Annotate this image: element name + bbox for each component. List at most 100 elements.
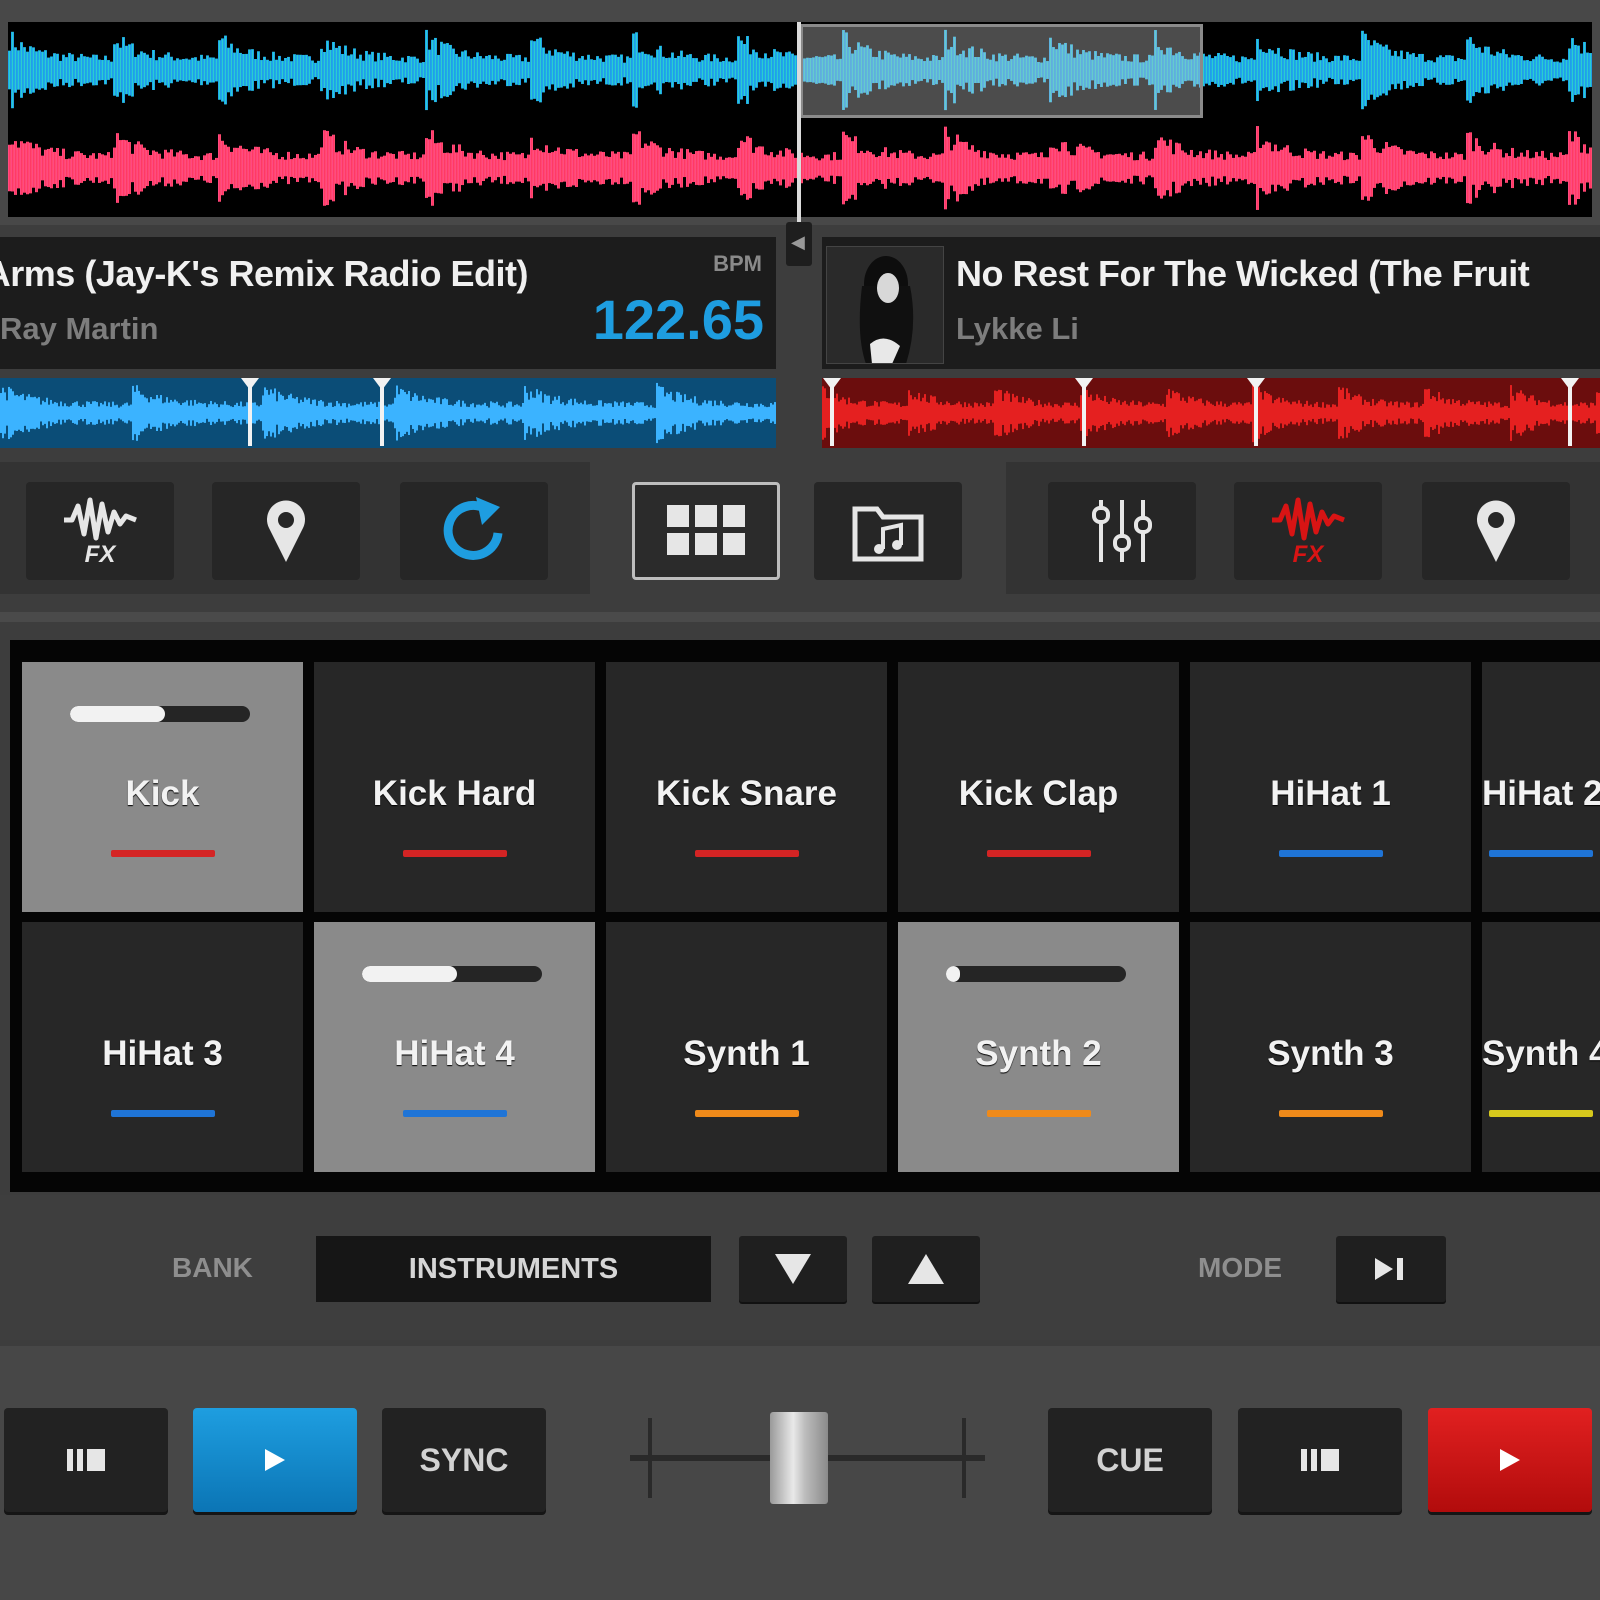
- loop-arrow-icon: [443, 497, 503, 560]
- pad-label: Kick Hard: [372, 774, 537, 813]
- pad-label: Kick Clap: [958, 774, 1119, 813]
- pad-volume-fill: [362, 966, 458, 982]
- left-play-button[interactable]: [193, 1408, 357, 1512]
- pad-label: HiHat 4: [394, 1034, 515, 1073]
- left-track-artist: Ray Martin: [0, 311, 159, 346]
- sample-pad[interactable]: HiHat 4: [314, 922, 595, 1172]
- sample-pad[interactable]: HiHat 1: [1190, 662, 1471, 912]
- bank-label: BANK: [172, 1252, 253, 1283]
- sample-pad[interactable]: HiHat 2: [1482, 662, 1600, 912]
- mode-button[interactable]: [1336, 1236, 1446, 1302]
- sample-pad[interactable]: Synth 1: [606, 922, 887, 1172]
- pad-label: Synth 2: [975, 1034, 1102, 1073]
- left-deck-info[interactable]: Loving Arms (Jay-K's Remix Radio Edit) R…: [0, 237, 776, 369]
- pause-icon: [1301, 1449, 1339, 1471]
- pad-color-indicator: [986, 850, 1091, 857]
- pad-volume-slider[interactable]: [362, 966, 542, 982]
- loop-left-button[interactable]: [400, 482, 548, 580]
- fx-wave-icon: FX: [1272, 497, 1345, 568]
- album-cover-graphic: [826, 246, 944, 364]
- left-bpm-value: 122.65: [592, 288, 764, 351]
- play-icon: [1500, 1449, 1520, 1471]
- pad-label: Synth 1: [683, 1034, 810, 1073]
- location-pin-icon: [1477, 500, 1515, 562]
- sliders-icon: [1092, 500, 1152, 562]
- sample-pad[interactable]: Synth 3: [1190, 922, 1471, 1172]
- triangle-up-icon: [908, 1254, 944, 1284]
- pad-volume-slider[interactable]: [70, 706, 250, 722]
- cue-points-right-button[interactable]: [1422, 482, 1570, 580]
- pad-label: Synth 3: [1267, 1034, 1394, 1073]
- bank-down-button[interactable]: [739, 1236, 847, 1302]
- browser-button[interactable]: [814, 482, 962, 580]
- sample-pad[interactable]: Synth 4: [1482, 922, 1600, 1172]
- play-pause-icon: [1375, 1258, 1403, 1280]
- section-divider: [0, 612, 1600, 622]
- right-track-title: No Rest For The Wicked (The Fruit: [956, 253, 1530, 294]
- sync-button[interactable]: SYNC: [382, 1408, 546, 1512]
- sample-pad[interactable]: Synth 2: [898, 922, 1179, 1172]
- crossfader-tick: [962, 1418, 966, 1498]
- fx-left-button[interactable]: FX: [26, 482, 174, 580]
- mixer-button[interactable]: [1048, 482, 1196, 580]
- bank-up-button[interactable]: [872, 1236, 980, 1302]
- cue-points-left-button[interactable]: [212, 482, 360, 580]
- playhead-handle[interactable]: ◀: [786, 222, 812, 266]
- pad-volume-fill: [70, 706, 166, 722]
- pad-label: HiHat 1: [1270, 774, 1391, 813]
- cue-marker[interactable]: [1247, 378, 1265, 446]
- cue-marker[interactable]: [1561, 378, 1579, 446]
- cue-marker[interactable]: [241, 378, 259, 446]
- pad-label: Synth 4: [1482, 1034, 1600, 1073]
- fx-wave-icon: FX: [64, 497, 137, 568]
- triangle-down-icon: [775, 1254, 811, 1284]
- cue-marker[interactable]: [1075, 378, 1093, 446]
- pad-label: HiHat 3: [102, 1034, 223, 1073]
- pad-color-indicator: [110, 1110, 215, 1117]
- pause-icon: [67, 1449, 105, 1471]
- play-icon: [265, 1449, 285, 1471]
- pad-label: Kick: [125, 774, 200, 813]
- pad-label: Kick Snare: [656, 774, 837, 813]
- left-track-title: Loving Arms (Jay-K's Remix Radio Edit): [0, 253, 529, 294]
- sample-pad[interactable]: Kick Snare: [606, 662, 887, 912]
- location-pin-icon: [267, 500, 305, 562]
- left-pause-button[interactable]: [4, 1408, 168, 1512]
- cue-button[interactable]: CUE: [1048, 1408, 1212, 1512]
- pad-color-indicator: [1278, 1110, 1383, 1117]
- right-pause-button[interactable]: [1238, 1408, 1402, 1512]
- bank-selector[interactable]: INSTRUMENTS: [316, 1236, 711, 1302]
- pad-color-indicator: [1489, 850, 1593, 857]
- mode-label: MODE: [1198, 1252, 1282, 1283]
- sample-pad[interactable]: Kick: [22, 662, 303, 912]
- pad-color-indicator: [694, 850, 799, 857]
- pad-color-indicator: [986, 1110, 1091, 1117]
- right-track-artist: Lykke Li: [956, 311, 1079, 346]
- pads-view-button[interactable]: [632, 482, 780, 580]
- right-waveform-graphic: [822, 383, 1600, 443]
- playhead-line: [797, 22, 801, 222]
- right-deck-info[interactable]: No Rest For The Wicked (The Fruit Lykke …: [822, 237, 1600, 369]
- pad-volume-fill: [946, 966, 961, 982]
- sample-pad[interactable]: HiHat 3: [22, 922, 303, 1172]
- pad-color-indicator: [402, 850, 507, 857]
- overview-zoom-window[interactable]: [800, 24, 1203, 118]
- crossfader-handle[interactable]: [769, 1412, 828, 1504]
- left-deck-waveform[interactable]: [0, 378, 776, 448]
- cue-marker[interactable]: [823, 378, 841, 446]
- speaker-icon: ◀: [791, 232, 805, 252]
- cue-marker[interactable]: [373, 378, 391, 446]
- sample-pad[interactable]: Kick Hard: [314, 662, 595, 912]
- left-bpm-label: BPM: [713, 251, 762, 276]
- right-play-button[interactable]: [1428, 1408, 1592, 1512]
- svg-text:FX: FX: [1293, 541, 1326, 568]
- sample-pad[interactable]: Kick Clap: [898, 662, 1179, 912]
- pad-color-indicator: [110, 850, 215, 857]
- grid-icon: [667, 505, 745, 555]
- fx-right-button[interactable]: FX: [1234, 482, 1382, 580]
- album-cover-image: [826, 246, 944, 364]
- right-deck-waveform[interactable]: [822, 378, 1600, 448]
- crossfader-tick: [648, 1418, 652, 1498]
- pad-label: HiHat 2: [1482, 774, 1600, 813]
- pad-volume-slider[interactable]: [946, 966, 1126, 982]
